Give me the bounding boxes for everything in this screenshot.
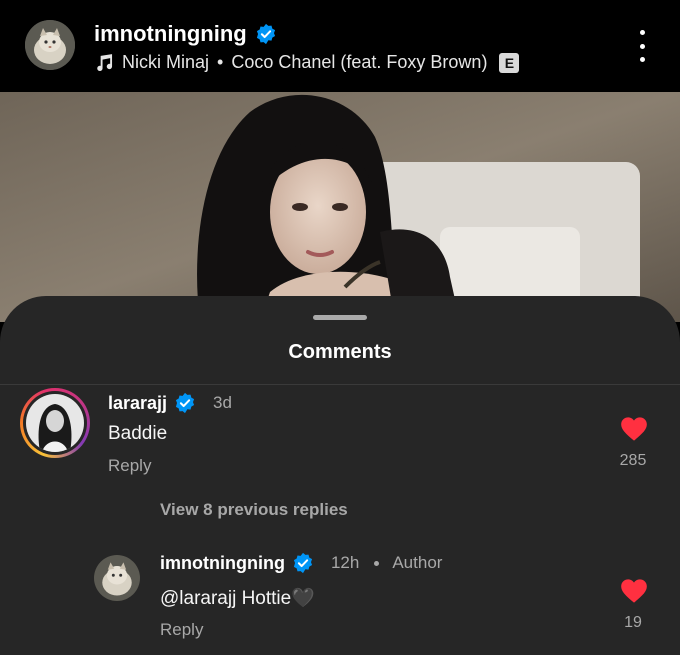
- reply-time: 12h: [330, 553, 360, 572]
- like-count: 19: [624, 614, 642, 631]
- music-note-icon: [97, 53, 113, 71]
- comment-avatar[interactable]: [20, 388, 90, 458]
- music-artist: Nicki Minaj: [122, 52, 210, 72]
- reply-button[interactable]: Reply: [160, 620, 203, 640]
- reply-avatar[interactable]: [94, 555, 140, 601]
- author-label: Author: [392, 553, 443, 572]
- reply-text: @lararajj Hottie🖤: [160, 588, 315, 609]
- comments-sheet: Comments lararajj 3d Baddie Reply 285 Vi…: [0, 296, 680, 655]
- sheet-drag-handle[interactable]: [313, 315, 367, 320]
- music-separator: •: [217, 52, 224, 72]
- post-image[interactable]: [0, 92, 680, 322]
- post-author-avatar[interactable]: [25, 20, 75, 70]
- more-vertical-icon[interactable]: [630, 30, 654, 62]
- music-title: Coco Chanel (feat. Foxy Brown): [231, 52, 488, 72]
- verified-badge-icon: [256, 23, 275, 45]
- divider: [0, 384, 680, 385]
- reply-username[interactable]: imnotningning 12h Author: [160, 552, 442, 574]
- sheet-title: Comments: [288, 341, 392, 363]
- verified-badge-icon: [293, 552, 313, 574]
- explicit-badge: E: [499, 52, 520, 73]
- heart-icon[interactable]: [620, 578, 648, 604]
- comment-time: 3d: [213, 393, 232, 412]
- post-header: imnotningning Nicki Minaj • Coco Chanel …: [0, 0, 680, 92]
- view-previous-replies-button[interactable]: View 8 previous replies: [160, 500, 348, 520]
- separator-dot: [374, 560, 380, 566]
- heart-icon[interactable]: [620, 416, 648, 442]
- comment-text: Baddie: [108, 423, 168, 444]
- comment-username[interactable]: lararajj 3d: [108, 392, 232, 414]
- post-audio-link[interactable]: Nicki Minaj • Coco Chanel (feat. Foxy Br…: [94, 52, 520, 73]
- reply-button[interactable]: Reply: [108, 456, 151, 476]
- verified-badge-icon: [175, 392, 195, 414]
- like-count: 285: [619, 452, 647, 469]
- post-author-username[interactable]: imnotningning: [94, 21, 277, 47]
